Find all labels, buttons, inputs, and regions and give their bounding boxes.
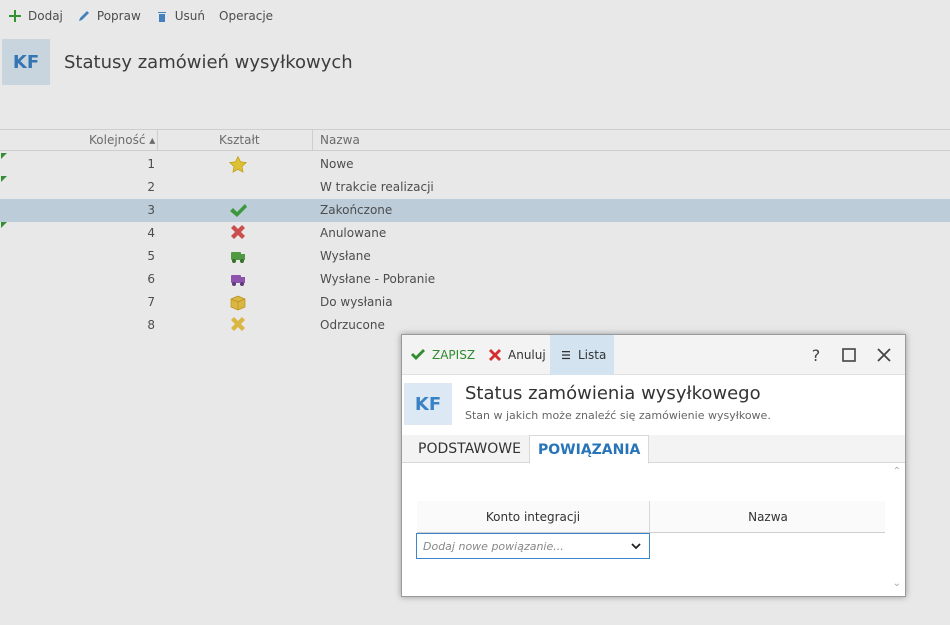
check-icon (411, 349, 425, 360)
scroll-down-icon[interactable]: ⌄ (893, 578, 901, 589)
dialog-header: KF Status zamówienia wysyłkowego Stan w … (402, 375, 905, 437)
dialog-subtitle: Stan w jakich może znaleźć się zamówieni… (465, 409, 771, 422)
cancel-label: Anuluj (508, 348, 546, 362)
close-button[interactable] (874, 345, 894, 365)
dialog-toolbar: ZAPISZ Anuluj Lista ? (402, 335, 905, 375)
dialog-tabs: PODSTAWOWE POWIĄZANIA (402, 435, 905, 464)
help-icon: ? (811, 345, 821, 365)
dialog-title: Status zamówienia wysyłkowego (465, 383, 761, 404)
links-grid-header: Konto integracji Nazwa (417, 501, 885, 533)
column-header-name[interactable]: Nazwa (651, 501, 885, 532)
add-link-combo[interactable]: Dodaj nowe powiązanie... (416, 533, 650, 559)
cancel-button[interactable]: Anuluj (488, 335, 546, 375)
scroll-up-icon[interactable]: ⌃ (893, 466, 901, 477)
help-button[interactable]: ? (806, 345, 826, 365)
tab-links[interactable]: POWIĄZANIA (529, 435, 650, 464)
close-icon (877, 348, 891, 362)
chevron-down-icon (631, 543, 641, 550)
list-button[interactable]: Lista (550, 335, 614, 375)
tab-basic[interactable]: PODSTAWOWE (410, 435, 529, 463)
save-label: ZAPISZ (432, 348, 476, 362)
maximize-icon (842, 348, 856, 362)
combo-placeholder: Dodaj nowe powiązanie... (423, 539, 564, 553)
maximize-button[interactable] (839, 345, 859, 365)
status-dialog: ZAPISZ Anuluj Lista ? KF Status zamówien… (401, 334, 906, 597)
column-header-integration-account[interactable]: Konto integracji (417, 501, 650, 532)
list-label: Lista (578, 348, 607, 362)
dialog-logo: KF (404, 383, 452, 425)
save-button[interactable]: ZAPISZ (410, 335, 475, 375)
close-icon (489, 349, 501, 361)
menu-icon (562, 351, 570, 360)
